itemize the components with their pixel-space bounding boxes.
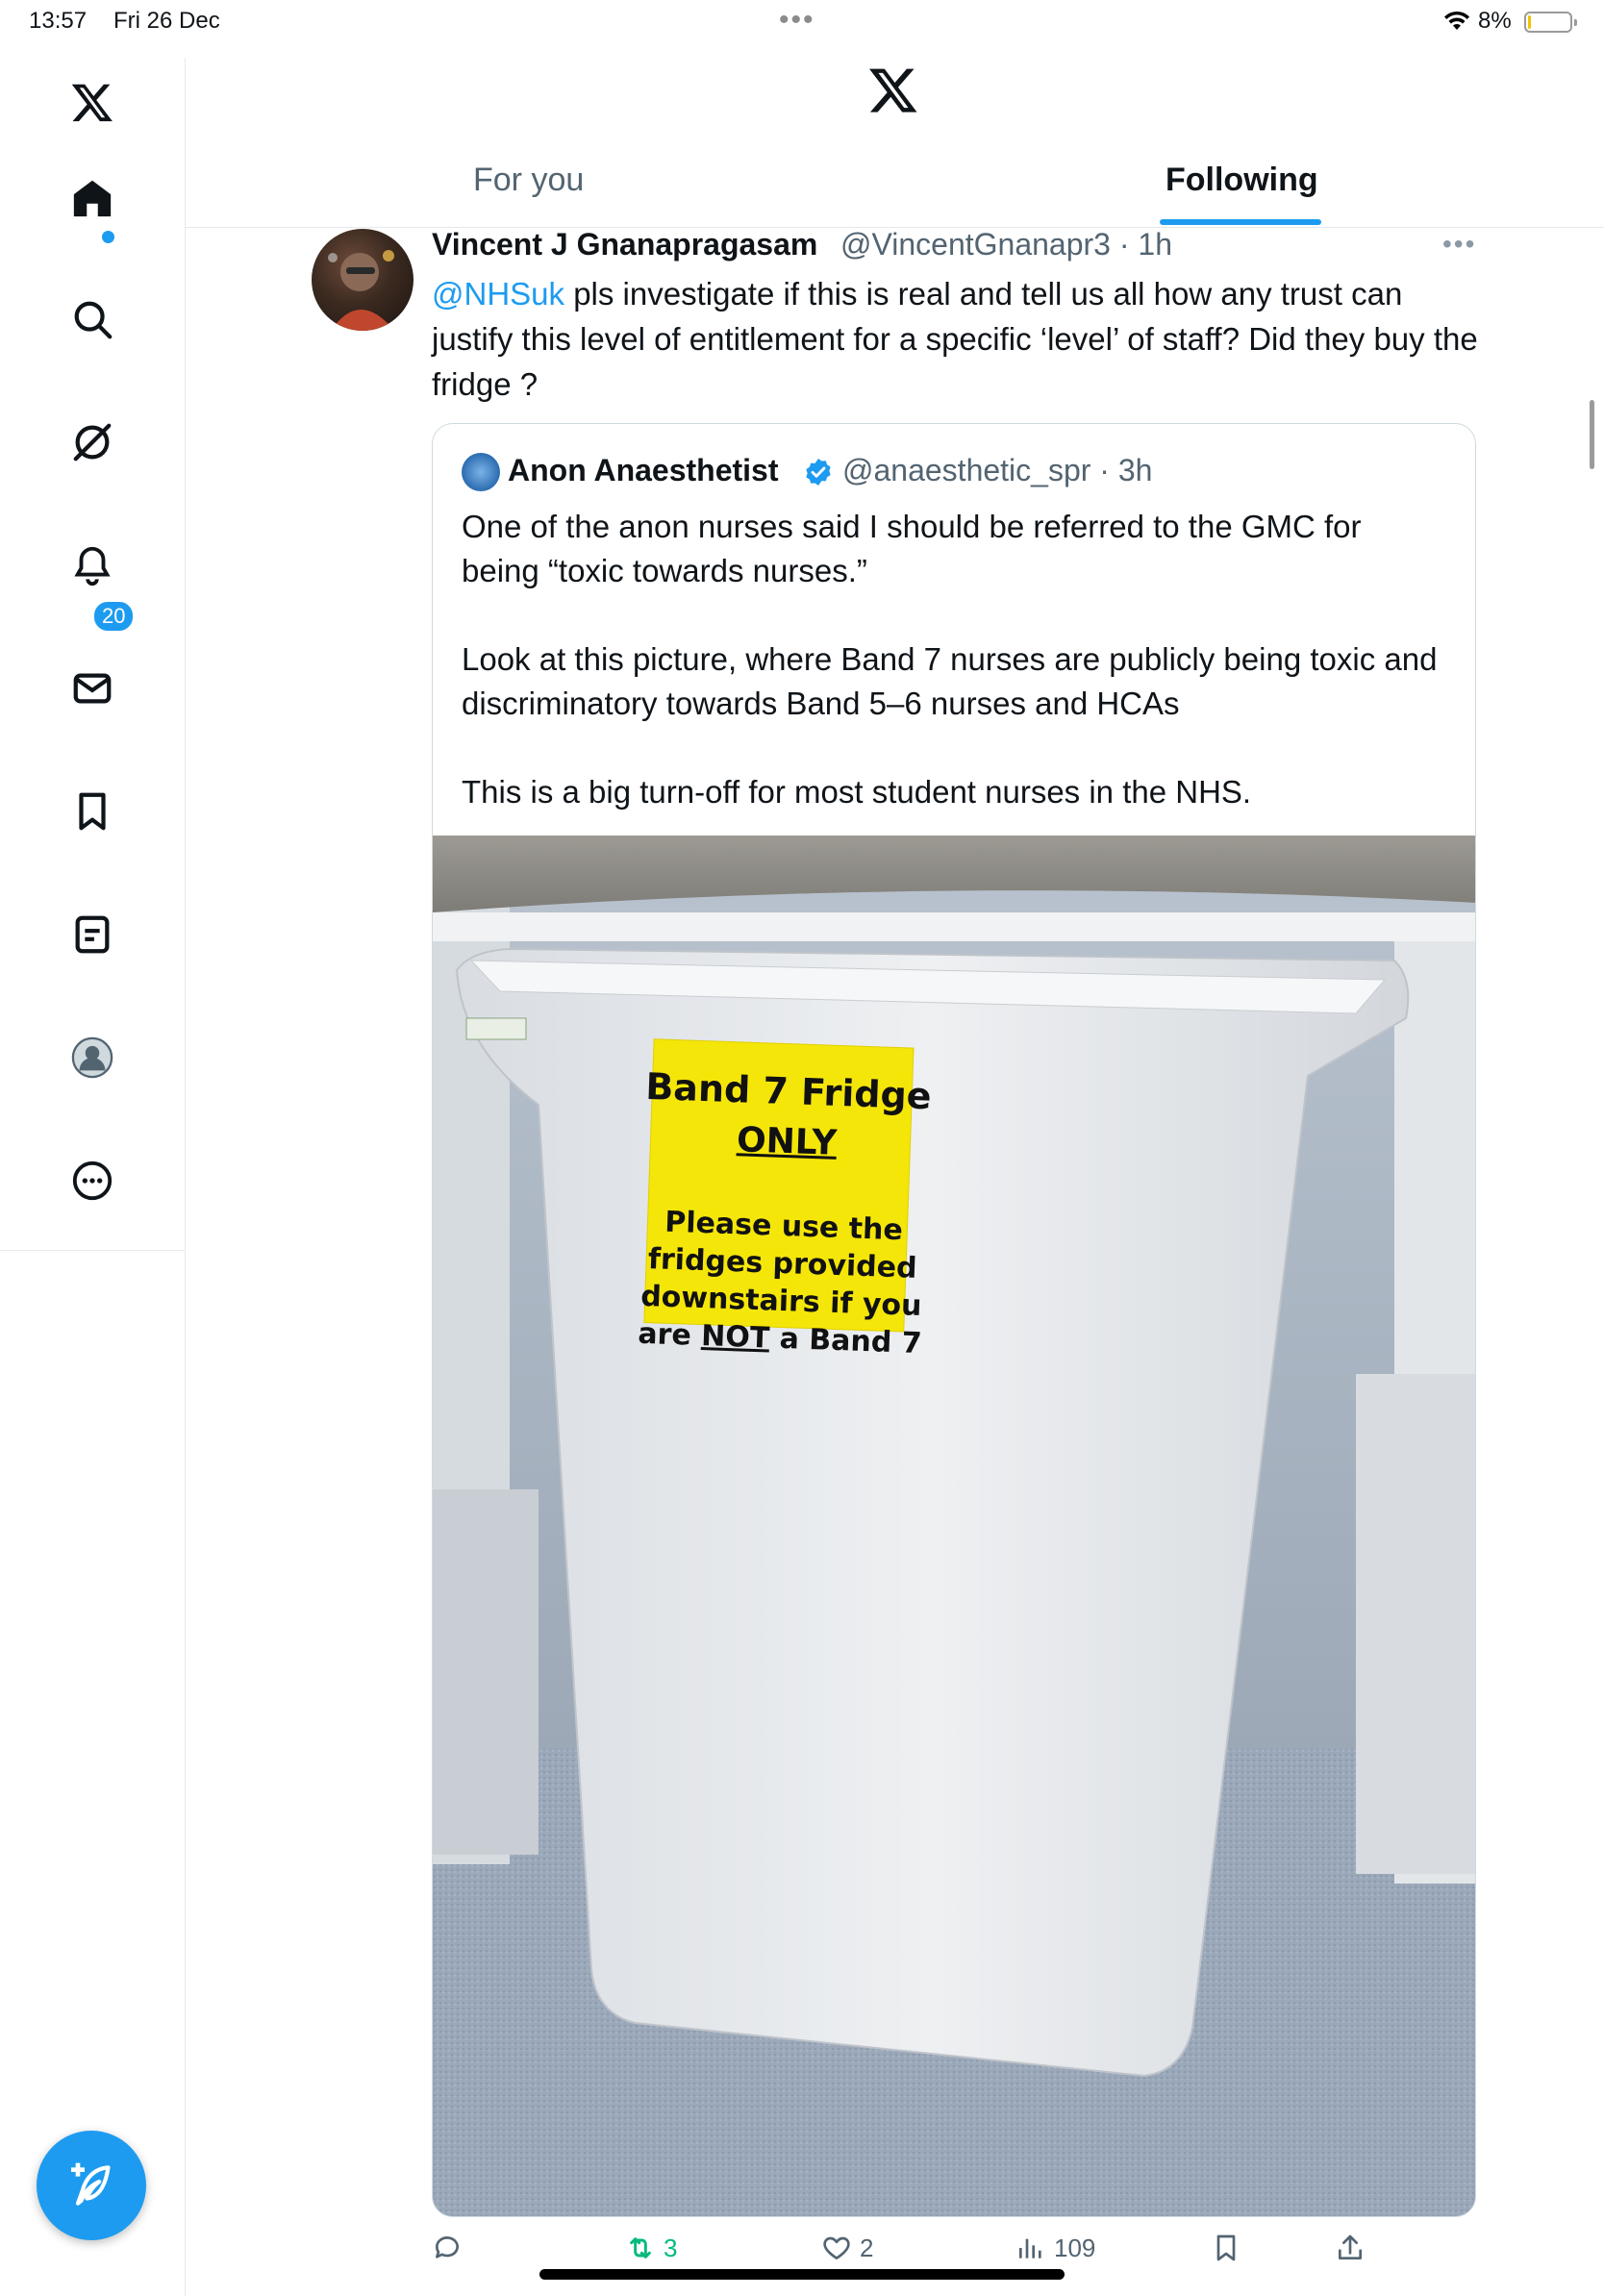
sign-line-2: ONLY: [736, 1120, 838, 1163]
battery-percent: 8%: [1478, 8, 1512, 34]
battery-icon: [1524, 12, 1577, 33]
share-button[interactable]: [1335, 2233, 1366, 2263]
sign-line-1: Band 7 Fridge: [644, 1064, 933, 1118]
tab-following[interactable]: Following: [1165, 162, 1318, 199]
search-icon[interactable]: [54, 281, 131, 358]
sign-line-6b: NOT: [700, 1319, 770, 1356]
home-icon[interactable]: [54, 160, 131, 237]
bookmark-icon: [1216, 2234, 1236, 2261]
repost-count: 3: [664, 2233, 678, 2262]
active-tab-indicator: [1160, 219, 1321, 225]
reply-button[interactable]: [432, 2233, 470, 2263]
fridge-sign: Band 7 Fridge ONLY Please use the fridge…: [635, 1052, 934, 1360]
views-button[interactable]: 109: [1015, 2233, 1095, 2263]
quote-author-name: Anon Anaesthetist: [508, 453, 779, 487]
multitasking-dots-icon[interactable]: •••: [779, 4, 815, 37]
tweet-text: @NHSuk pls investigate if this is real a…: [432, 271, 1490, 407]
like-count: 2: [860, 2233, 874, 2262]
sign-line-4: fridges provided: [647, 1242, 918, 1285]
like-button[interactable]: 2: [821, 2233, 873, 2263]
tweet-time: 1h: [1138, 227, 1172, 262]
sign-line-6a: are: [637, 1316, 702, 1354]
tab-for-you[interactable]: For you: [473, 162, 584, 199]
wifi-icon: [1444, 11, 1469, 30]
quote-author-handle: @anaesthetic_spr · 3h: [842, 453, 1153, 487]
tweet-body: pls investigate if this is real and tell…: [432, 276, 1478, 402]
messages-icon[interactable]: [54, 650, 131, 727]
views-count: 109: [1054, 2233, 1096, 2262]
bookmark-button[interactable]: [1211, 2233, 1241, 2263]
home-unread-dot: [102, 231, 114, 243]
status-date: Fri 26 Dec: [113, 8, 220, 34]
home-indicator[interactable]: [539, 2269, 1065, 2280]
quoted-tweet-card[interactable]: Anon Anaesthetist @anaesthetic_spr · 3h …: [432, 423, 1476, 2217]
verified-badge-icon: [806, 459, 831, 486]
more-icon[interactable]: [54, 1142, 131, 1219]
x-logo-icon[interactable]: [867, 63, 919, 115]
share-icon: [1339, 2234, 1362, 2259]
x-logo-icon[interactable]: [54, 63, 131, 140]
quote-avatar: [462, 453, 500, 491]
compose-post-button[interactable]: [37, 2131, 146, 2240]
sign-line-3: Please use the: [664, 1205, 904, 1248]
sidebar-divider: [185, 58, 186, 2296]
mention-link[interactable]: @NHSuk: [432, 276, 564, 312]
status-time: 13:57: [29, 8, 88, 34]
scrollbar[interactable]: [1590, 400, 1594, 469]
tweet-author-handle[interactable]: @VincentGnanapr3 · 1h: [840, 227, 1172, 262]
sidebar-bottom-divider: [0, 1250, 185, 1251]
avatar[interactable]: [312, 229, 414, 331]
notifications-badge: 20: [92, 600, 136, 633]
tweet-more-options-icon[interactable]: •••: [1442, 229, 1476, 260]
fridge-photo: [433, 836, 1475, 2216]
feather-plus-icon: [71, 2162, 111, 2206]
sign-line-5: downstairs if you: [639, 1279, 923, 1324]
tweet-author-name[interactable]: Vincent J Gnanapragasam: [432, 227, 817, 262]
views-icon: [1019, 2238, 1041, 2259]
heart-icon: [823, 2236, 850, 2259]
repost-icon: [630, 2237, 651, 2259]
quote-handle-text: @anaesthetic_spr: [842, 453, 1091, 487]
quote-photo[interactable]: Band 7 Fridge ONLY Please use the fridge…: [433, 836, 1475, 2216]
bookmarks-icon[interactable]: [54, 773, 131, 850]
profile-icon[interactable]: [54, 1019, 131, 1096]
repost-button[interactable]: 3: [625, 2233, 677, 2263]
sign-line-6c: a Band 7: [768, 1321, 923, 1361]
quote-text: One of the anon nurses said I should be …: [462, 509, 1438, 810]
reply-icon: [436, 2236, 459, 2259]
quote-time: 3h: [1117, 453, 1153, 487]
tweet-handle-text: @VincentGnanapr3: [840, 227, 1111, 262]
sidebar: 20: [0, 58, 185, 1250]
notifications-icon[interactable]: [54, 527, 131, 604]
grok-icon[interactable]: [54, 404, 131, 481]
lists-icon[interactable]: [54, 896, 131, 973]
